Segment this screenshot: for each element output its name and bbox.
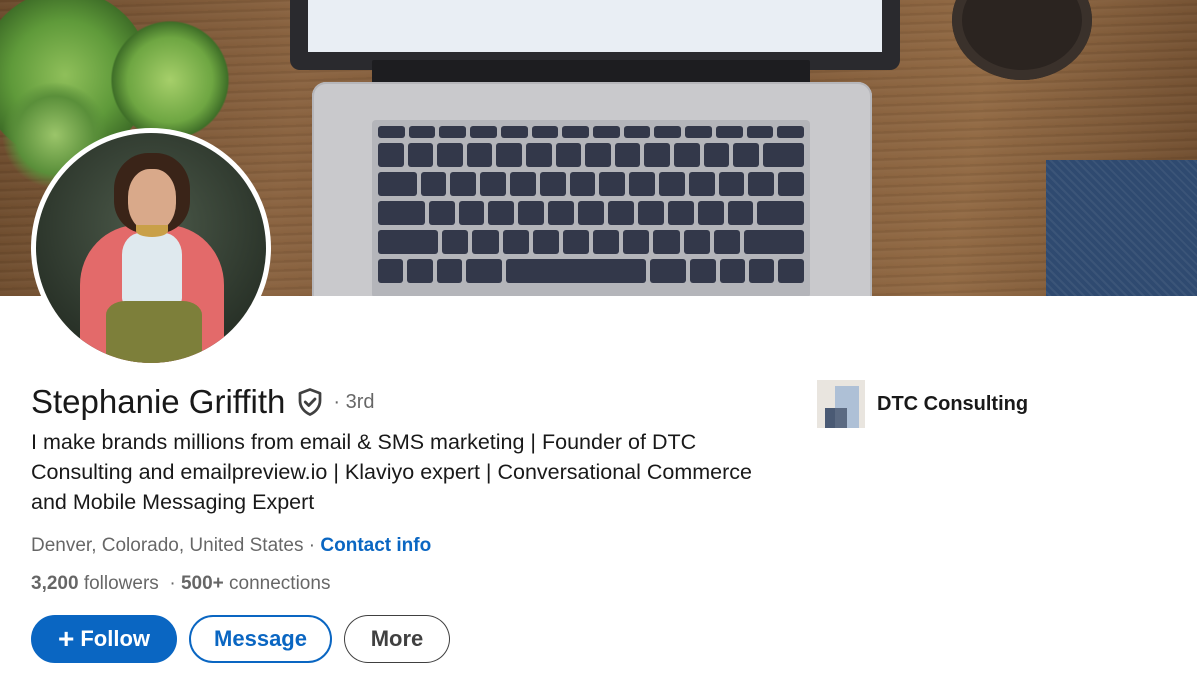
location-row: Denver, Colorado, United States · Contac… — [31, 535, 431, 557]
avatar-pants — [106, 301, 202, 363]
followers-count: 3,200 — [31, 573, 79, 594]
cactus-plant — [110, 20, 230, 140]
current-company[interactable]: DTC Consulting — [817, 380, 1028, 428]
blue-notebook — [1046, 160, 1197, 296]
plus-icon: + — [57, 623, 75, 654]
location-separator: · — [303, 535, 321, 556]
network-row: 3,200 followers · 500+ connections — [31, 573, 330, 595]
more-label: More — [370, 626, 424, 651]
profile-actions: + Follow Message More — [31, 615, 450, 663]
laptop-base — [312, 82, 872, 296]
message-label: Message — [214, 626, 307, 651]
avatar-photo — [36, 133, 266, 363]
contact-info-link[interactable]: Contact info — [320, 535, 431, 556]
connections-label[interactable]: connections — [224, 573, 330, 594]
company-name: DTC Consulting — [877, 392, 1029, 415]
avatar-face — [128, 169, 176, 231]
more-button[interactable]: More — [344, 615, 450, 663]
profile-headline: I make brands millions from email & SMS … — [31, 430, 753, 514]
name-row: Stephanie Griffith · 3rd — [31, 383, 375, 421]
profile-avatar[interactable] — [31, 128, 271, 368]
profile-name: Stephanie Griffith — [31, 383, 286, 420]
company-logo — [817, 380, 865, 428]
logo-shape-dark — [825, 408, 835, 428]
avatar-necklace — [136, 225, 168, 237]
network-separator: · — [158, 573, 181, 594]
laptop-keyboard — [372, 120, 810, 296]
laptop-display — [308, 0, 882, 52]
message-button[interactable]: Message — [189, 615, 332, 663]
connections-count[interactable]: 500+ — [181, 573, 224, 594]
follow-label: Follow — [80, 626, 150, 651]
avatar-top — [122, 233, 182, 305]
verified-shield-icon[interactable] — [295, 387, 325, 417]
connection-degree: · 3rd — [333, 390, 375, 413]
followers-label: followers — [78, 573, 159, 594]
follow-button[interactable]: + Follow — [31, 615, 177, 663]
profile-location: Denver, Colorado, United States — [31, 535, 304, 556]
